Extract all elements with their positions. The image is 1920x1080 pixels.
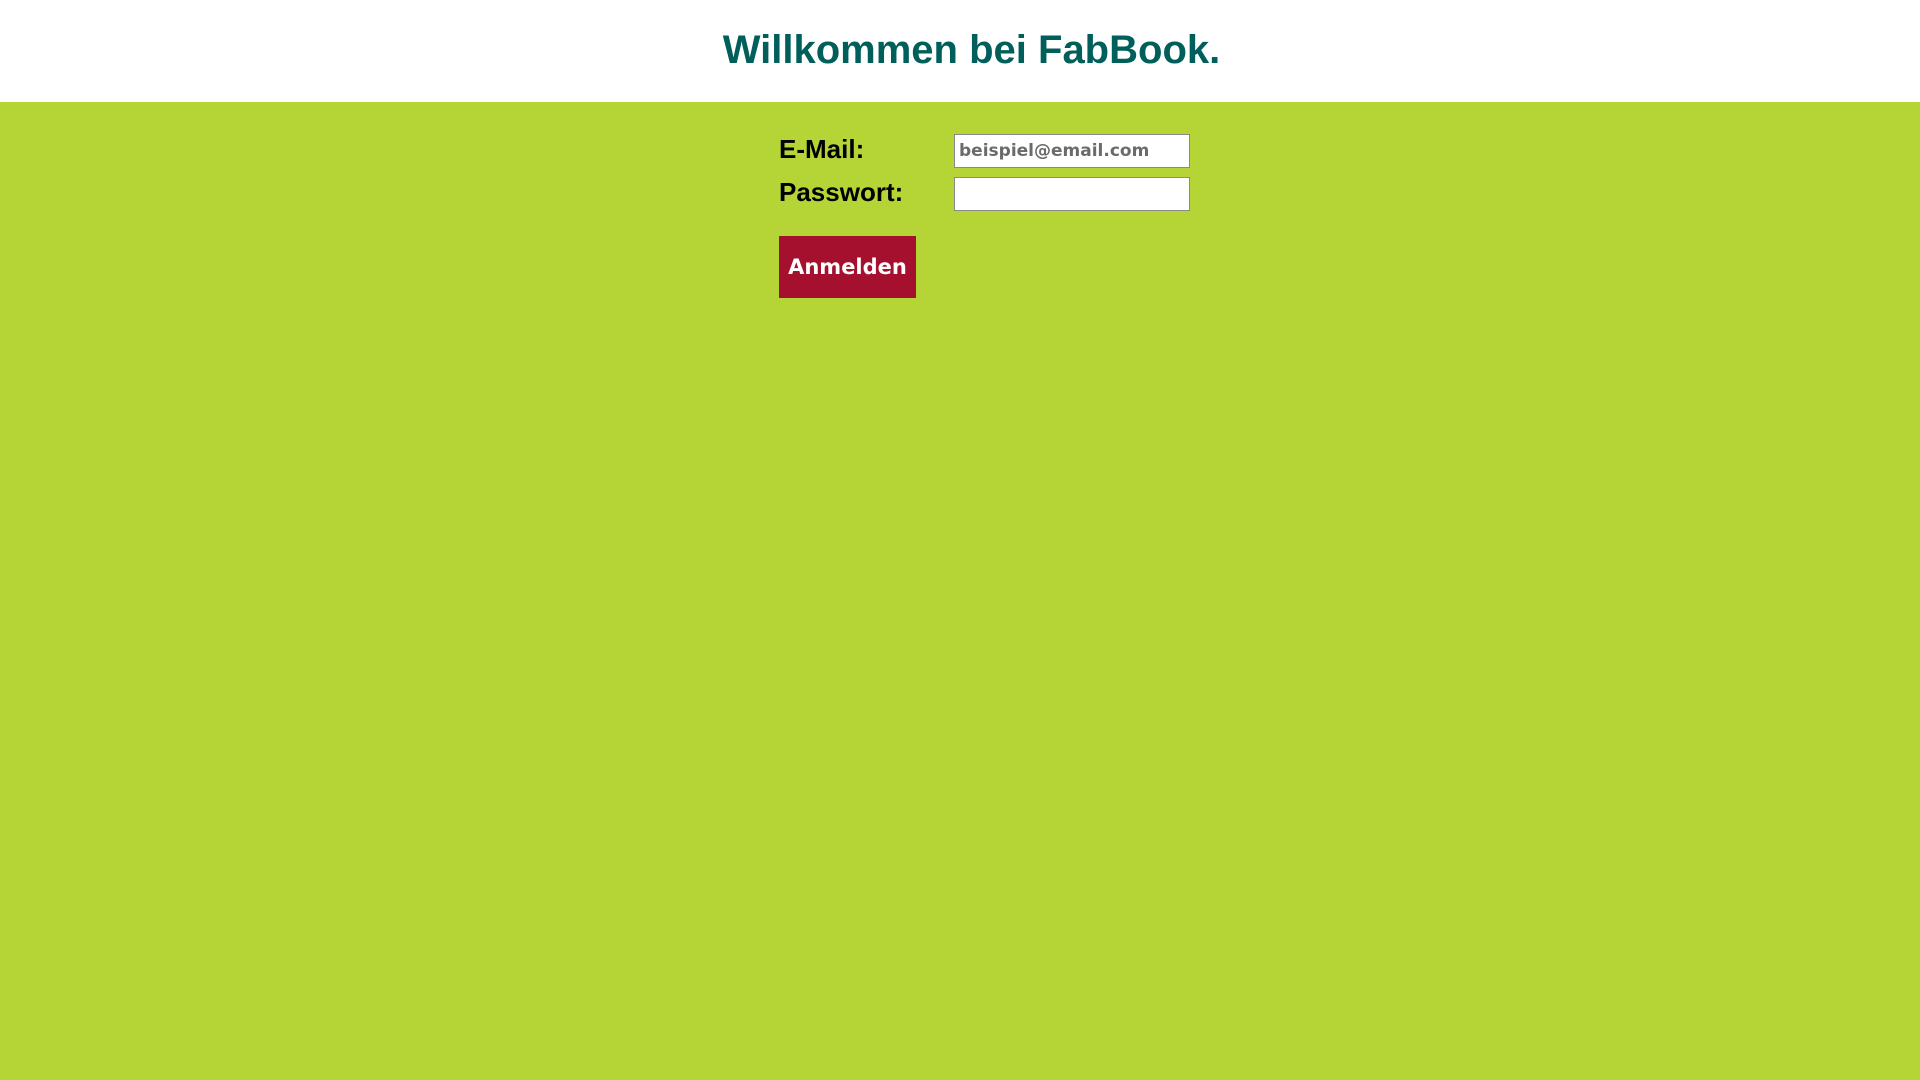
email-field[interactable] <box>954 134 1190 168</box>
password-field[interactable] <box>954 177 1190 211</box>
main-content: E-Mail: Passwort: Anmelden <box>0 102 1920 1080</box>
email-label: E-Mail: <box>779 134 865 164</box>
page-header: Willkommen bei FabBook. <box>0 0 1920 102</box>
password-label: Passwort: <box>779 177 904 207</box>
login-button[interactable]: Anmelden <box>779 236 916 298</box>
page-title: Willkommen bei FabBook. <box>722 28 1221 72</box>
